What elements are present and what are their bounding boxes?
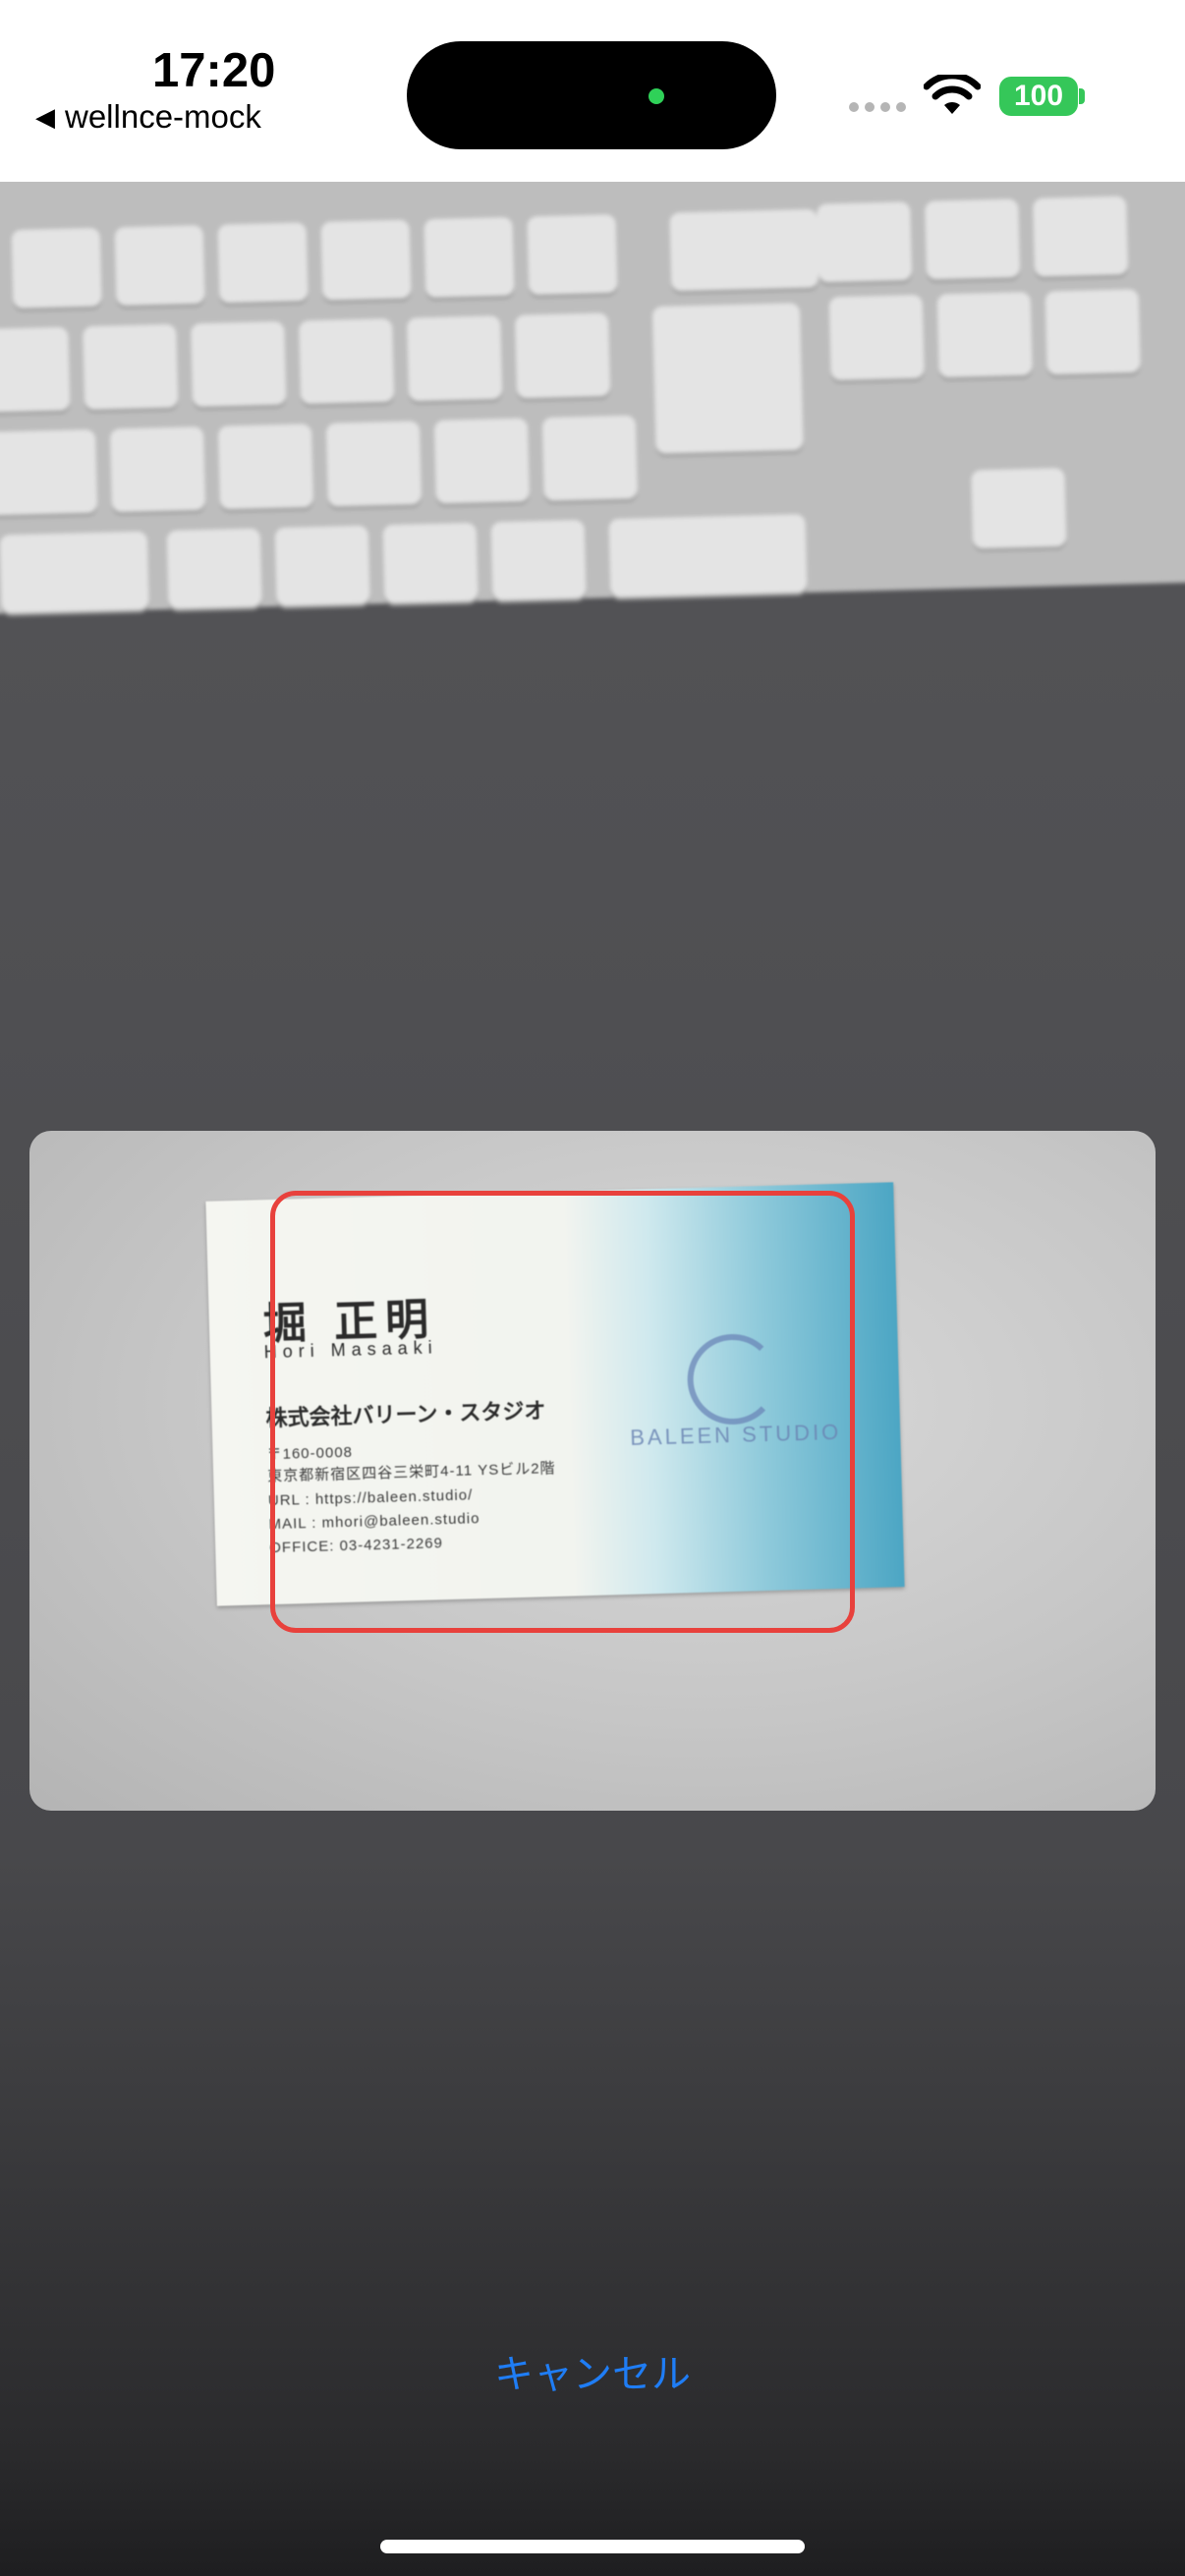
wifi-icon (924, 75, 981, 114)
card-scan-area: 堀 正明 Hori Masaaki 株式会社バリーン・スタジオ 〒160-000… (29, 1131, 1156, 1811)
back-to-app-link[interactable]: ◀ wellnce-mock (35, 98, 261, 136)
status-bar: 17:20 ◀ wellnce-mock 100 (0, 0, 1185, 182)
home-indicator[interactable] (380, 2540, 805, 2553)
cellular-signal-icon (849, 102, 906, 112)
dynamic-island (407, 41, 776, 149)
keyboard-background (0, 182, 1185, 614)
battery-tip (1079, 88, 1085, 104)
battery-icon: 100 (999, 77, 1078, 116)
camera-active-indicator (649, 88, 664, 104)
card-detection-frame (270, 1191, 855, 1633)
back-app-label: wellnce-mock (65, 98, 261, 135)
status-time: 17:20 (152, 44, 276, 97)
back-triangle-icon: ◀ (35, 101, 55, 132)
cancel-button[interactable]: キャンセル (0, 2342, 1185, 2399)
